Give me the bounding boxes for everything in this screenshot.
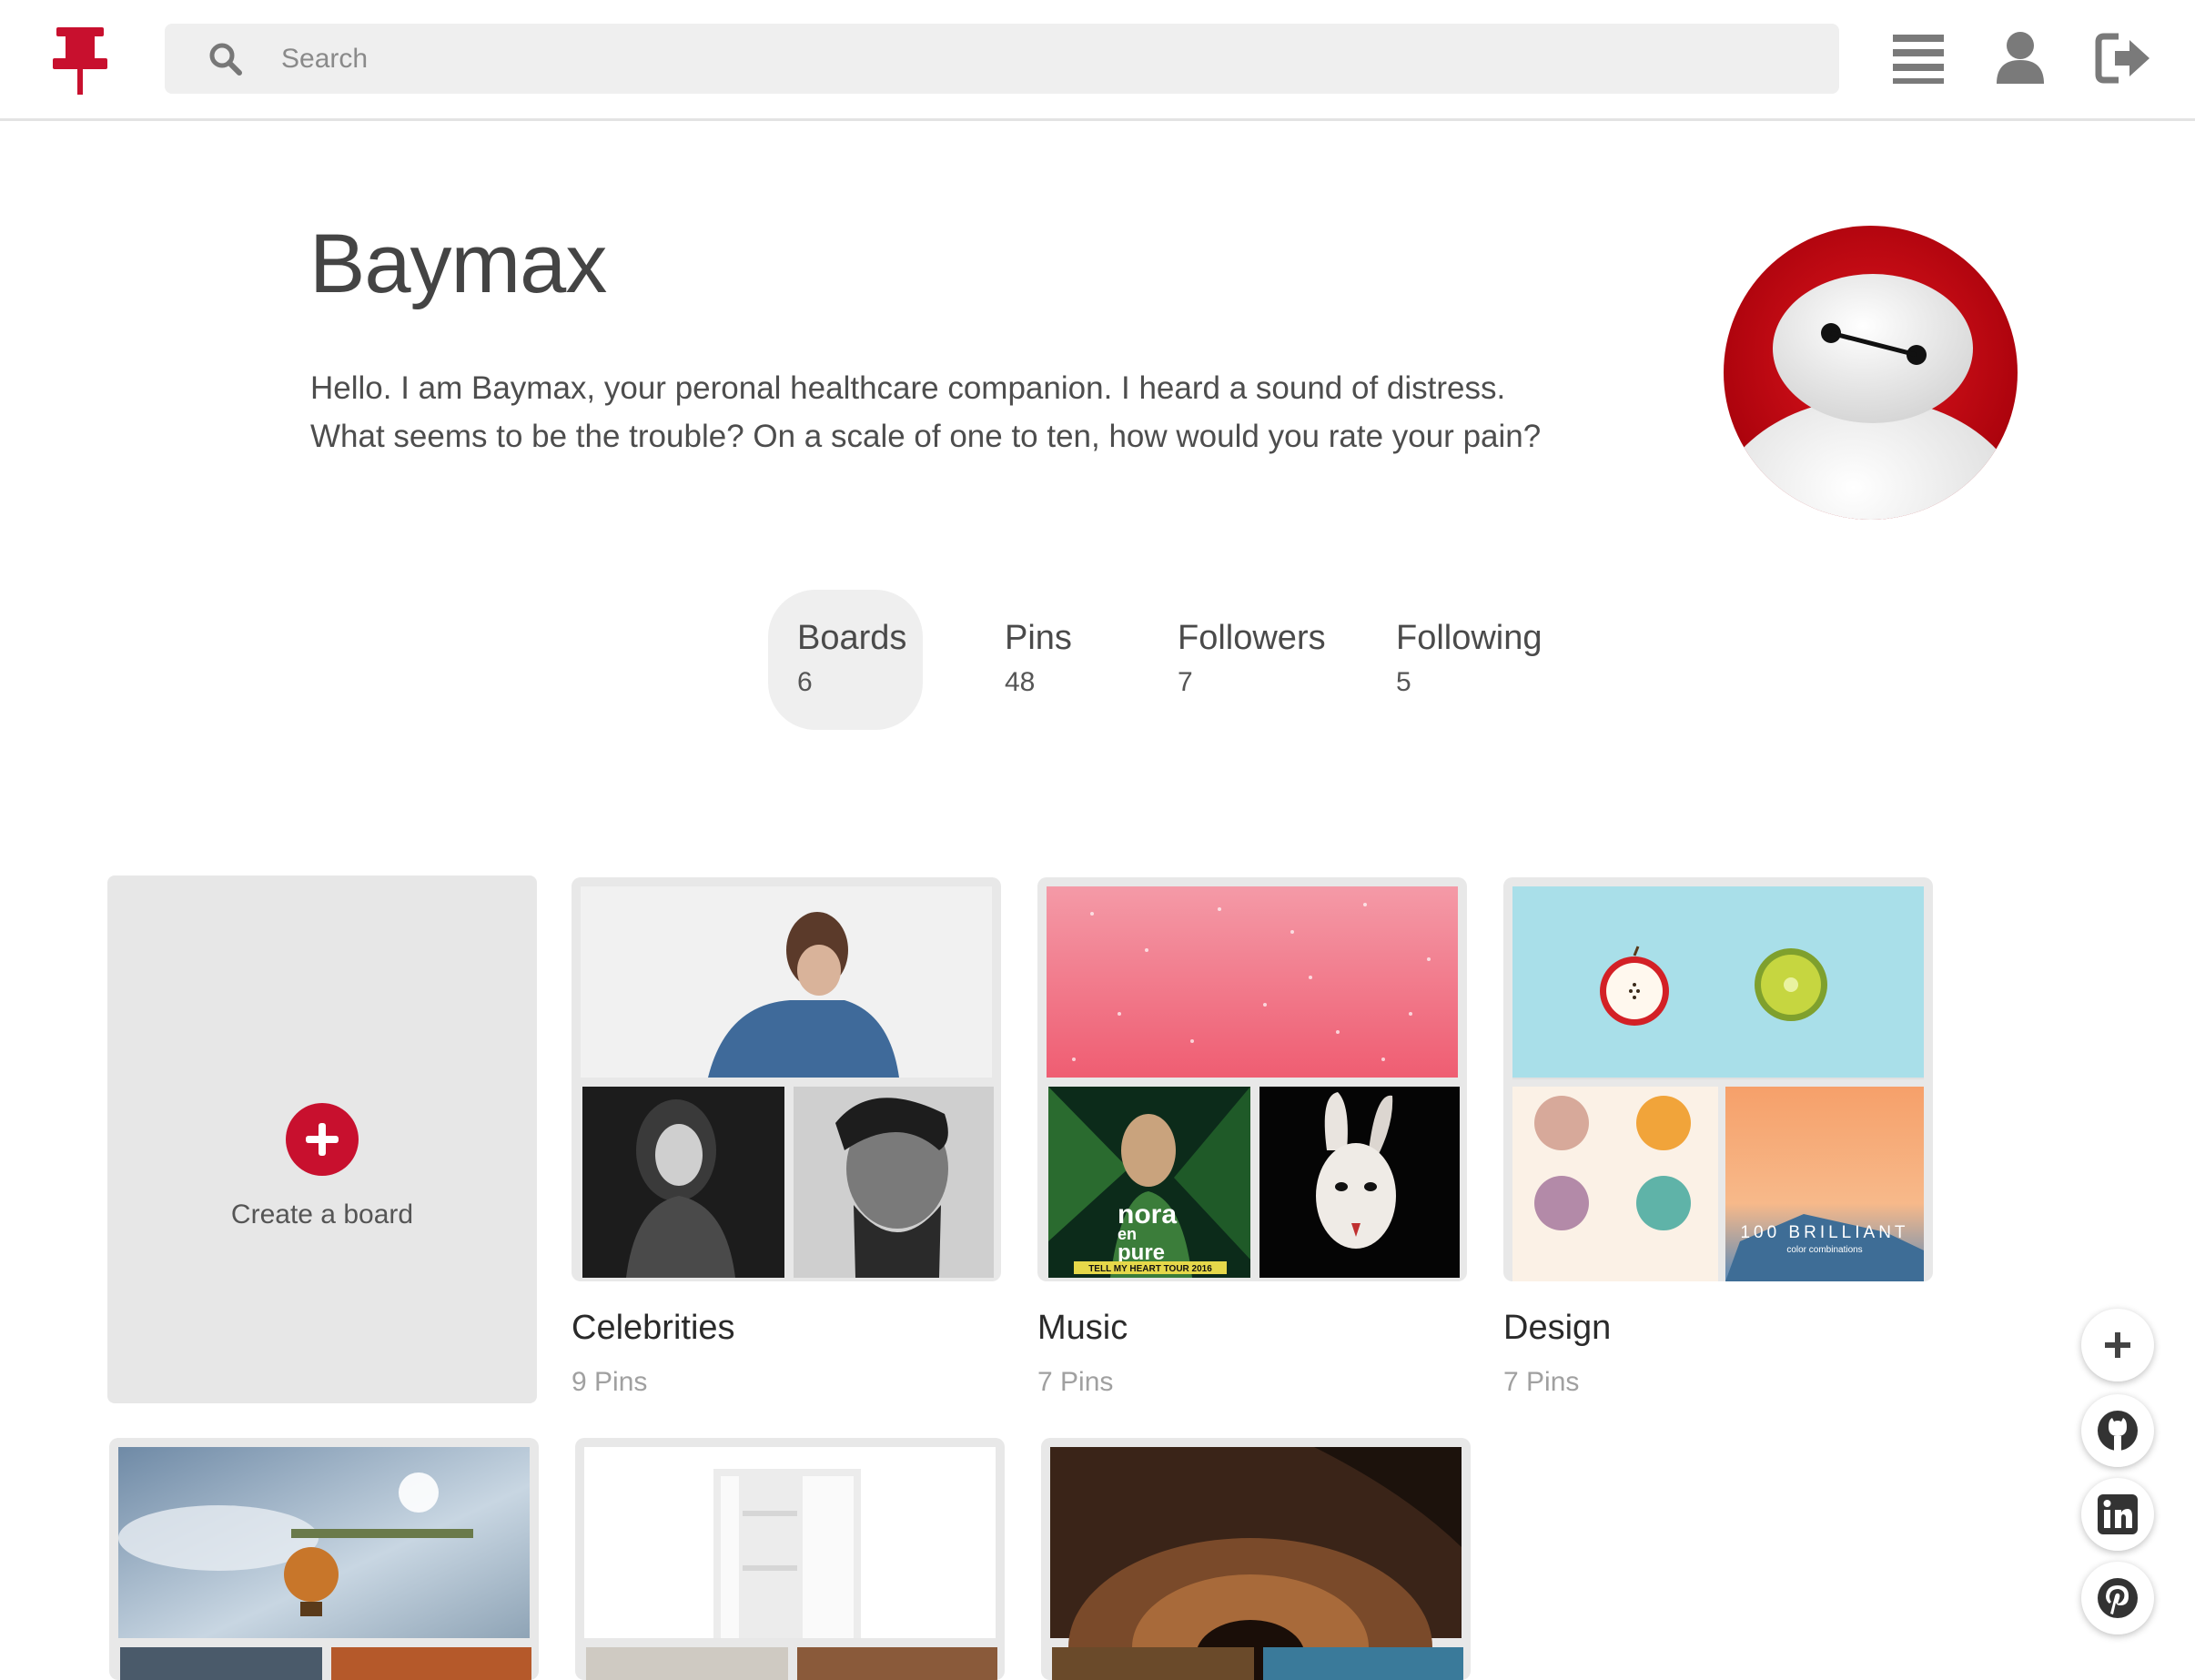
poster-text-pure: pure [1118,1240,1165,1265]
baymax-avatar-image [1724,226,2018,520]
board-pins-design: 7 Pins [1503,1367,1580,1397]
create-board-label: Create a board [230,1199,414,1230]
linkedin-icon [2098,1494,2138,1534]
board-card-6[interactable] [1041,1438,1471,1680]
tab-following-count: 5 [1396,667,1411,697]
linkedin-link[interactable] [2081,1478,2154,1551]
board-card-4[interactable] [109,1438,539,1680]
pinterest-link[interactable] [2081,1562,2154,1634]
tab-followers-count: 7 [1178,667,1193,697]
avatar[interactable] [1724,226,2018,520]
tab-pins-label: Pins [1005,619,1072,657]
search-input[interactable] [281,24,1810,94]
tab-boards[interactable]: Boards 6 [768,590,923,730]
board-title-design[interactable]: Design [1503,1309,1611,1348]
github-link[interactable] [2081,1394,2154,1467]
tab-pins[interactable]: Pins 48 [976,590,1103,730]
profile-name: Baymax [309,218,607,310]
board-card-celebrities[interactable] [572,877,1001,1281]
board-pins-music: 7 Pins [1037,1367,1114,1397]
github-icon [2098,1411,2138,1451]
pushpin-logo-icon[interactable] [53,27,111,96]
add-board-plus-icon[interactable] [286,1103,359,1176]
pinterest-icon [2098,1578,2138,1618]
design-thumbnails: 100 BRILLIANT color combinations [1512,886,1924,1281]
profile-bio: Hello. I am Baymax, your peronal healthc… [310,370,1542,454]
tab-boards-count: 6 [797,667,813,697]
board-6-thumbnails [1050,1447,1463,1680]
board-card-5[interactable] [575,1438,1005,1680]
board-5-thumbnails [584,1447,997,1680]
board-card-music[interactable]: nora en pure TELL MY HEART TOUR 2016 [1037,877,1467,1281]
logout-icon[interactable] [2095,29,2153,87]
top-bar [0,0,2195,121]
board-card-design[interactable]: 100 BRILLIANT color combinations [1503,877,1933,1281]
user-icon[interactable] [1991,29,2049,87]
tab-following-label: Following [1396,619,1543,657]
board-pins-celebrities: 9 Pins [572,1367,648,1397]
poster-text-color-combinations: color combinations [1786,1245,1862,1255]
poster-text-tour: TELL MY HEART TOUR 2016 [1088,1264,1212,1274]
board-title-music[interactable]: Music [1037,1309,1128,1348]
board-4-thumbnails [118,1447,531,1680]
tab-following[interactable]: Following 5 [1367,590,1549,730]
tab-pins-count: 48 [1005,667,1036,697]
poster-text-brilliant: 100 BRILLIANT [1740,1223,1908,1242]
celebrities-thumbnails [581,886,994,1278]
search-icon [209,43,242,76]
plus-icon [2105,1332,2130,1358]
board-title-celebrities[interactable]: Celebrities [572,1309,735,1348]
menu-icon[interactable] [1889,29,1947,87]
add-pin-button[interactable] [2081,1309,2154,1381]
tab-followers-label: Followers [1178,619,1326,657]
tab-followers[interactable]: Followers 7 [1148,590,1330,730]
create-board-card[interactable]: Create a board [107,875,537,1403]
tab-boards-label: Boards [797,619,907,657]
music-thumbnails: nora en pure TELL MY HEART TOUR 2016 [1047,886,1460,1278]
search-bar[interactable] [165,24,1839,94]
